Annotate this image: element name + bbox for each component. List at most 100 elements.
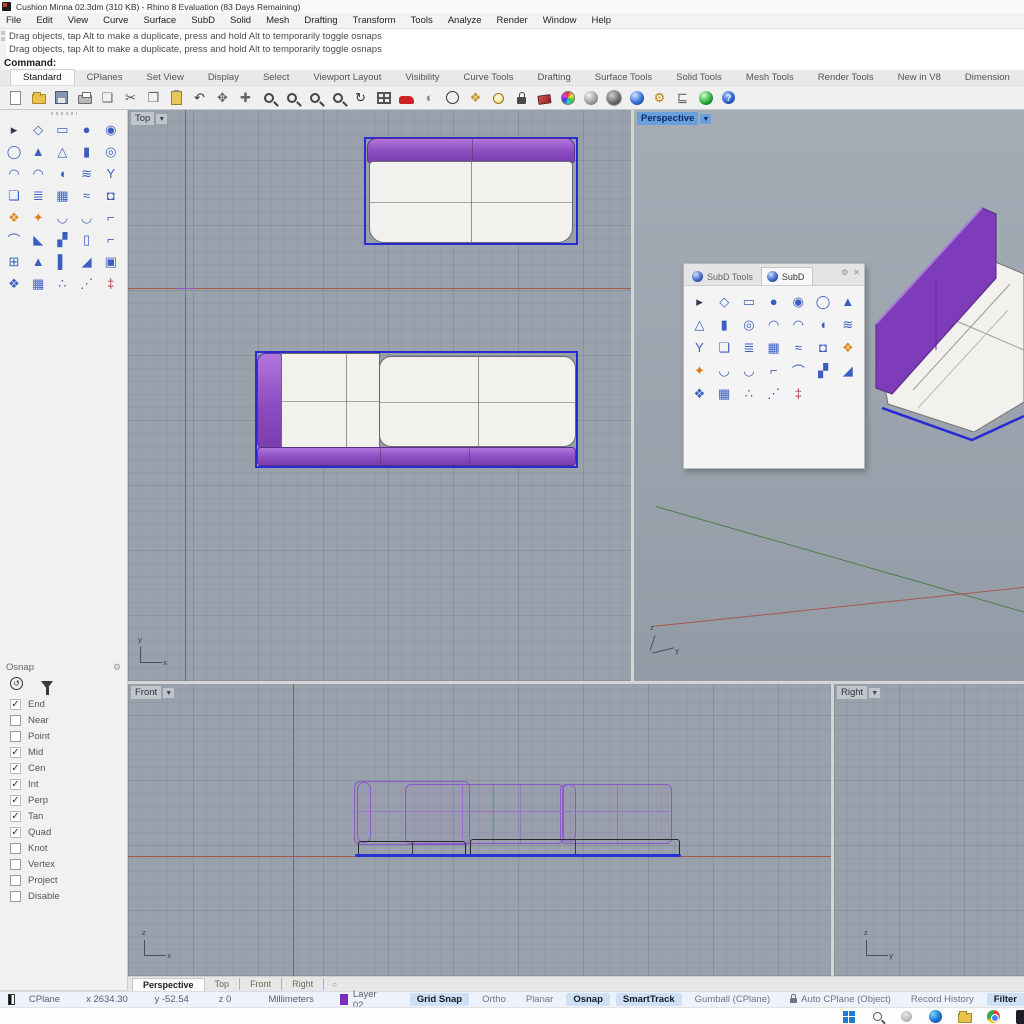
zoom-selected-icon[interactable] [328, 88, 347, 107]
checkbox-int[interactable]: ✓ [10, 779, 21, 790]
viewport-tab-front[interactable]: Front [240, 978, 282, 990]
raytraced-viewport-icon[interactable] [627, 88, 646, 107]
viewport-right-label[interactable]: Right▼ [837, 686, 880, 699]
menu-view[interactable]: View [68, 15, 88, 26]
rendered-viewport-icon[interactable] [604, 88, 623, 107]
subd-stack-icon[interactable]: ≣ [28, 186, 48, 205]
pan-view-icon[interactable]: ✥ [213, 88, 232, 107]
cplane-widget-icon[interactable] [443, 88, 462, 107]
status-toggle-auto-cplane-object[interactable]: Auto CPlane (Object) [783, 993, 898, 1006]
osnap-item-vertex[interactable]: Vertex [0, 856, 127, 872]
status-toggle-record-history[interactable]: Record History [904, 993, 981, 1006]
checkbox-quad[interactable]: ✓ [10, 827, 21, 838]
undo-icon[interactable]: ↶ [190, 88, 209, 107]
subd-plane-icon[interactable]: ▯ [77, 230, 97, 249]
subd-subdivide-icon[interactable]: ▦ [713, 383, 736, 404]
checkbox-knot[interactable] [10, 843, 21, 854]
toolbar-tab-display[interactable]: Display [196, 70, 251, 85]
subd-bend-icon[interactable]: ⌒ [4, 230, 24, 249]
viewport-perspective-label[interactable]: Perspective▼ [637, 112, 711, 125]
paste-icon[interactable] [167, 88, 186, 107]
subd-sphere-icon[interactable]: ● [77, 120, 97, 139]
menu-drafting[interactable]: Drafting [304, 15, 337, 26]
shaded-viewport-icon[interactable] [581, 88, 600, 107]
subd-bevel-icon[interactable]: ◢ [77, 252, 97, 271]
zoom-icon[interactable] [259, 88, 278, 107]
subd-ellipsoid-icon[interactable]: ◯ [812, 291, 835, 312]
menu-window[interactable]: Window [543, 15, 577, 26]
subd-subdivide-icon[interactable]: ▦ [28, 274, 48, 293]
checkbox-cen[interactable]: ✓ [10, 763, 21, 774]
subd-ball-icon[interactable]: ◉ [787, 291, 810, 312]
subd-floating-panel[interactable]: SubD Tools SubD ⚙ ✕ ▸◇▭●◉◯▲△▮◎◠◠◖≋Y❏≣▦≈◘… [683, 263, 865, 469]
new-viewport-tab-icon[interactable]: ○ [324, 980, 337, 989]
move-icon[interactable]: ✚ [236, 88, 255, 107]
subd-faucet-icon[interactable]: ⌐ [762, 360, 785, 381]
subd-stitch-icon[interactable]: ‡ [101, 274, 121, 293]
checkbox-end[interactable]: ✓ [10, 699, 21, 710]
earth-render-icon[interactable] [696, 88, 715, 107]
file-explorer-icon[interactable] [957, 1009, 972, 1024]
subd-unweld-icon[interactable]: ∴ [737, 383, 760, 404]
subd-weld-icon[interactable]: ⋰ [762, 383, 785, 404]
subd-fillet-icon[interactable]: ✦ [28, 208, 48, 227]
toolbar-tab-new-in-v8[interactable]: New in V8 [886, 70, 953, 85]
toolbar-tab-cplanes[interactable]: CPlanes [75, 70, 135, 85]
subd-bevel-icon[interactable]: ◢ [836, 360, 859, 381]
osnap-cycle-icon[interactable]: ↺ [10, 677, 23, 690]
save-file-icon[interactable] [52, 88, 71, 107]
subd-sphere-icon[interactable]: ● [762, 291, 785, 312]
checkbox-project[interactable] [10, 875, 21, 886]
menu-transform[interactable]: Transform [353, 15, 396, 26]
toolbar-tab-mesh-tools[interactable]: Mesh Tools [734, 70, 806, 85]
select-arrow-icon[interactable]: ▸ [4, 120, 24, 139]
subd-loft-icon[interactable]: ❏ [4, 186, 24, 205]
gear-icon[interactable]: ⚙ [113, 662, 121, 673]
palette-drag-handle[interactable] [51, 112, 77, 115]
color-wheel-icon[interactable] [558, 88, 577, 107]
subd-weld-icon[interactable]: ⋰ [77, 274, 97, 293]
menu-tools[interactable]: Tools [411, 15, 433, 26]
subd-branch-icon[interactable]: Y [688, 337, 711, 358]
cplane-swatch-icon[interactable] [8, 994, 15, 1005]
osnap-item-mid[interactable]: ✓Mid [0, 744, 127, 760]
command-area[interactable]: Drag objects, tap Alt to make a duplicat… [0, 28, 1024, 70]
help-icon[interactable]: ? [719, 88, 738, 107]
subd-elbow-icon[interactable]: ⌐ [101, 230, 121, 249]
subd-torus-icon[interactable]: ◎ [737, 314, 760, 335]
osnap-item-knot[interactable]: Knot [0, 840, 127, 856]
viewport-tab-right[interactable]: Right [282, 978, 324, 990]
osnap-item-tan[interactable]: ✓Tan [0, 808, 127, 824]
viewport-layout-icon[interactable] [374, 88, 393, 107]
subd-lamp-icon[interactable]: ◖ [52, 164, 72, 183]
menu-curve[interactable]: Curve [103, 15, 128, 26]
toolbar-tab-select[interactable]: Select [251, 70, 301, 85]
command-prompt[interactable]: Command: [4, 58, 56, 69]
subd-zigzag-icon[interactable]: ≋ [836, 314, 859, 335]
toolbar-tab-surface-tools[interactable]: Surface Tools [583, 70, 664, 85]
zoom-window-icon[interactable] [282, 88, 301, 107]
subd-insert-edge-icon[interactable]: ⊞ [4, 252, 24, 271]
subd-faucet-icon[interactable]: ⌐ [101, 208, 121, 227]
checkbox-perp[interactable]: ✓ [10, 795, 21, 806]
new-file-icon[interactable] [6, 88, 25, 107]
toolbar-tab-curve-tools[interactable]: Curve Tools [451, 70, 525, 85]
subd-cone-icon[interactable]: ▲ [28, 142, 48, 161]
select-arrow-icon[interactable]: ▸ [688, 291, 711, 312]
menu-render[interactable]: Render [497, 15, 528, 26]
subd-beam-icon[interactable]: ▌ [52, 252, 72, 271]
subd-edit-icon[interactable]: ◇ [713, 291, 736, 312]
chevron-down-icon[interactable]: ▼ [163, 688, 174, 698]
chevron-down-icon[interactable]: ▼ [156, 114, 167, 124]
viewport-right[interactable]: Right▼ zy [834, 684, 1024, 976]
subd-zigzag-icon[interactable]: ≋ [77, 164, 97, 183]
subd-truncated-cone-icon[interactable]: △ [688, 314, 711, 335]
menu-surface[interactable]: Surface [143, 15, 176, 26]
subd-arc-icon[interactable]: ◠ [4, 164, 24, 183]
open-file-icon[interactable] [29, 88, 48, 107]
viewport-top-label[interactable]: Top▼ [131, 112, 167, 125]
osnap-item-end[interactable]: ✓End [0, 696, 127, 712]
print-icon[interactable] [75, 88, 94, 107]
subd-crease-icon[interactable]: ≈ [787, 337, 810, 358]
subd-cap-icon[interactable]: ◡ [77, 208, 97, 227]
